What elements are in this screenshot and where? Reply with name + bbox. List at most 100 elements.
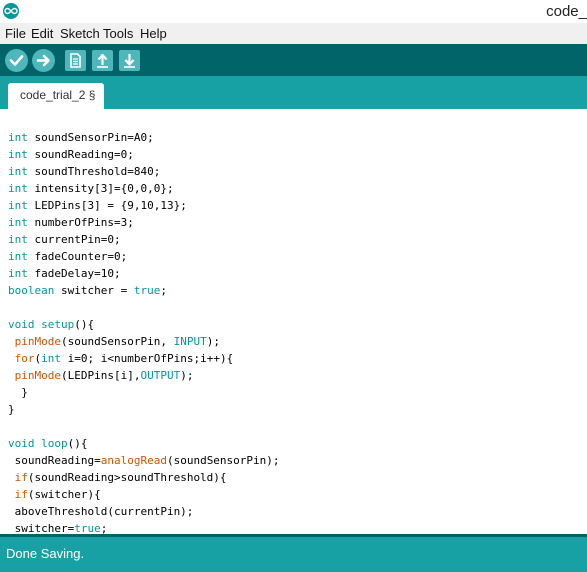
code-token: true <box>74 522 101 534</box>
title-bar: code_ <box>0 0 587 23</box>
save-button[interactable] <box>119 50 140 71</box>
checkmark-icon <box>9 55 24 66</box>
verify-button[interactable] <box>5 49 28 72</box>
code-token: soundReading= <box>8 454 101 467</box>
status-divider <box>0 534 587 537</box>
code-line: if(soundReading>soundThreshold){ <box>8 469 280 486</box>
code-line: int fadeCounter=0; <box>8 248 280 265</box>
code-line: switcher=true; <box>8 520 280 534</box>
code-token: pinMode <box>14 335 61 348</box>
code-line: aboveThreshold(currentPin); <box>8 503 280 520</box>
new-button[interactable] <box>65 50 86 71</box>
code-token: setup <box>41 318 75 331</box>
code-token: INPUT <box>173 335 207 348</box>
code-token: soundSensorPin=A0; <box>27 131 154 144</box>
new-file-icon <box>70 53 81 68</box>
code-token: void <box>8 437 35 450</box>
code-token: int <box>8 182 28 195</box>
code-line: void loop(){ <box>8 435 280 452</box>
tab-code-trial-2[interactable]: code_trial_2 § <box>8 83 104 109</box>
code-line: int intensity[3]={0,0,0}; <box>8 180 280 197</box>
code-token: int <box>8 165 28 178</box>
arrow-right-icon <box>36 54 50 67</box>
code-line: int soundThreshold=840; <box>8 163 280 180</box>
code-token: (){ <box>67 437 88 450</box>
code-line: int numberOfPins=3; <box>8 214 280 231</box>
code-token: for <box>14 352 35 365</box>
code-token: fadeCounter=0; <box>27 250 128 263</box>
code-line: } <box>8 401 280 418</box>
code-token: int <box>8 131 28 144</box>
code-token: switcher = <box>54 284 134 297</box>
code-token: i=0; i<numberOfPins;i++){ <box>61 352 234 365</box>
arrow-up-icon <box>97 53 108 68</box>
code-token: loop <box>41 437 68 450</box>
menu-help[interactable]: Help <box>140 26 167 41</box>
code-line: for(int i=0; i<numberOfPins;i++){ <box>8 350 280 367</box>
code-line: int fadeDelay=10; <box>8 265 280 282</box>
code-line: } <box>8 384 280 401</box>
code-token: } <box>8 403 15 416</box>
code-token: (soundSensorPin, <box>60 335 174 348</box>
status-bar: Done Saving. <box>0 534 587 572</box>
code-token: ; <box>160 284 167 297</box>
code-token: intensity[3]={0,0,0}; <box>27 182 174 195</box>
code-text[interactable]: int soundSensorPin=A0; int soundReading=0… <box>8 129 280 534</box>
code-line: int soundSensorPin=A0; <box>8 129 280 146</box>
tab-bar: code_trial_2 § <box>0 76 587 109</box>
code-token: true <box>133 284 161 297</box>
window-title: code_ <box>546 3 587 20</box>
code-token: aboveThreshold(currentPin); <box>8 505 194 518</box>
code-token: (switcher){ <box>27 488 101 501</box>
code-token: soundThreshold=840; <box>27 165 161 178</box>
code-token: ); <box>180 369 194 382</box>
upload-button[interactable] <box>32 49 55 72</box>
code-token: int <box>8 250 28 263</box>
toolbar <box>0 44 587 76</box>
code-token: OUTPUT <box>140 369 181 382</box>
code-token: ; <box>100 522 108 534</box>
menu-edit[interactable]: Edit <box>31 26 53 41</box>
status-message: Done Saving. <box>6 546 85 561</box>
arduino-infinity-icon <box>3 3 19 19</box>
code-line: int currentPin=0; <box>8 231 280 248</box>
code-token: currentPin=0; <box>27 233 121 246</box>
code-token: (LEDPins[i], <box>60 369 141 382</box>
code-editor[interactable]: int soundSensorPin=A0; int soundReading=0… <box>0 109 587 534</box>
arrow-down-icon <box>124 54 135 68</box>
code-token: int <box>8 199 28 212</box>
code-token: boolean <box>8 284 55 297</box>
code-token: int <box>41 352 61 365</box>
code-token: (soundSensorPin); <box>166 454 280 467</box>
code-line: if(switcher){ <box>8 486 280 503</box>
code-line: pinMode(soundSensorPin, INPUT); <box>8 333 280 350</box>
code-line: boolean switcher = true; <box>8 282 280 299</box>
code-line: pinMode(LEDPins[i],OUTPUT); <box>8 367 280 384</box>
code-token: switcher= <box>8 522 75 534</box>
code-token: int <box>8 233 28 246</box>
code-token: (){ <box>74 318 95 331</box>
code-line: void setup(){ <box>8 316 280 333</box>
code-token: numberOfPins=3; <box>27 216 134 229</box>
menu-bar: File Edit Sketch Tools Help <box>0 23 587 45</box>
menu-file[interactable]: File <box>5 26 26 41</box>
code-line: int LEDPins[3] = {9,10,13}; <box>8 197 280 214</box>
code-token: ); <box>206 335 220 348</box>
menu-tools[interactable]: Tools <box>103 26 133 41</box>
code-token: analogRead <box>100 454 167 467</box>
code-token: int <box>8 267 28 280</box>
code-token: (soundReading>soundThreshold){ <box>27 471 227 484</box>
menu-sketch[interactable]: Sketch <box>60 26 100 41</box>
code-token: pinMode <box>14 369 61 382</box>
tab-label: code_trial_2 § <box>20 88 96 102</box>
code-token: int <box>8 216 28 229</box>
code-line: int soundReading=0; <box>8 146 280 163</box>
open-button[interactable] <box>92 50 113 71</box>
